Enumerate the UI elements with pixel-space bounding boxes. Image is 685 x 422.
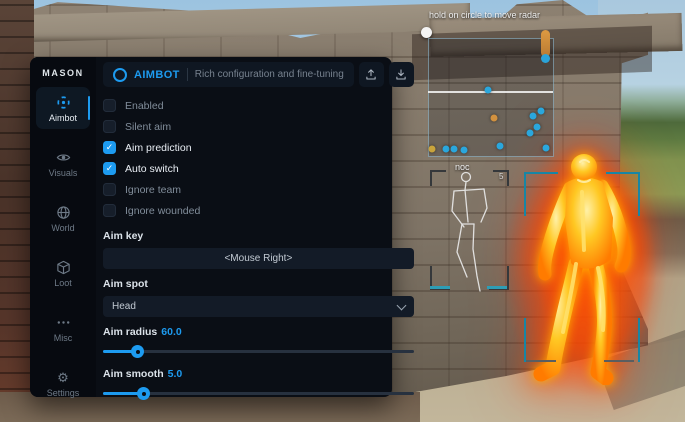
import-config-button[interactable]: [359, 62, 384, 87]
sidebar-item-label: Visuals: [49, 168, 78, 178]
game-screen: noc 5 hold on circle to move radar: [0, 0, 685, 422]
marker-capsule: [541, 30, 550, 57]
slider-label-text: Aim radius: [103, 326, 157, 338]
crosshair-icon: [55, 94, 71, 110]
sidebar-item-label: Misc: [54, 333, 73, 343]
toggle-label: Ignore team: [125, 184, 181, 196]
section-subtitle: Rich configuration and fine-tuning: [195, 69, 344, 80]
checkbox: [103, 99, 116, 112]
cube-icon: [55, 259, 71, 275]
radar-hint-text: hold on circle to move radar: [429, 10, 540, 20]
sidebar-item-label: Loot: [54, 278, 72, 288]
toggle-label: Ignore wounded: [125, 205, 200, 217]
aim-key-label: Aim key: [103, 230, 414, 242]
sidebar-item-misc[interactable]: Misc: [36, 307, 90, 349]
esp-corner-line: [638, 172, 640, 216]
globe-icon: [55, 204, 71, 220]
slider-label-text: Aim smooth: [103, 368, 164, 380]
esp-corner-line: [524, 318, 526, 362]
checkbox: [103, 120, 116, 133]
aim-spot-value: Head: [112, 301, 136, 312]
toggle-enabled[interactable]: Enabled: [103, 95, 414, 116]
sidebar-nav: Aimbot Visuals World: [30, 87, 96, 404]
sidebar-item-settings[interactable]: ⚙ Settings: [36, 362, 90, 404]
toggle-label: Enabled: [125, 100, 164, 112]
glowing-player-model: [520, 140, 670, 385]
checkbox: [103, 204, 116, 217]
sidebar-item-loot[interactable]: Loot: [36, 252, 90, 294]
toggle-ignore-wounded[interactable]: Ignore wounded: [103, 200, 414, 221]
sidebar: MASON Aimbot Visuals: [30, 57, 96, 397]
ellipsis-icon: [55, 314, 71, 330]
esp-corner-line: [526, 360, 556, 362]
sidebar-item-visuals[interactable]: Visuals: [36, 142, 90, 184]
aim-smooth-value: 5.0: [168, 368, 183, 380]
checkbox: [103, 162, 116, 175]
sidebar-item-aimbot[interactable]: Aimbot: [36, 87, 90, 129]
toggle-ignore-team[interactable]: Ignore team: [103, 179, 414, 200]
gear-icon: ⚙: [55, 369, 71, 385]
export-config-button[interactable]: [389, 62, 414, 87]
download-icon: [395, 68, 407, 81]
aim-spot-label: Aim spot: [103, 278, 414, 290]
chevron-down-icon: [396, 300, 406, 310]
aim-radius-label: Aim radius 60.0: [103, 326, 414, 338]
slider-thumb[interactable]: [137, 387, 150, 400]
radar-box: [428, 38, 554, 157]
aim-spot-select[interactable]: Head: [103, 296, 414, 317]
slider-thumb[interactable]: [131, 345, 144, 358]
esp-corner-line: [524, 172, 526, 216]
esp-corner-line: [604, 360, 634, 362]
target-ring-icon: [113, 68, 127, 82]
toggle-list: Enabled Silent aim Aim prediction Auto s…: [103, 95, 414, 221]
checkbox: [103, 141, 116, 154]
slider-track[interactable]: [103, 350, 414, 353]
aim-key-bind-button[interactable]: <Mouse Right>: [103, 248, 414, 269]
upload-icon: [365, 68, 377, 81]
aim-smooth-slider[interactable]: [103, 386, 414, 401]
aim-smooth-label: Aim smooth 5.0: [103, 368, 414, 380]
toggle-label: Aim prediction: [125, 142, 192, 154]
brick-wall-left: [0, 0, 34, 422]
radar-drag-handle[interactable]: [421, 27, 432, 38]
toggle-label: Auto switch: [125, 163, 179, 175]
section-header: AIMBOT Rich configuration and fine-tunin…: [103, 62, 354, 87]
toggle-silent-aim[interactable]: Silent aim: [103, 116, 414, 137]
esp-corner-line: [606, 172, 640, 174]
cheat-menu-panel: MASON Aimbot Visuals: [30, 57, 392, 397]
toggle-aim-prediction[interactable]: Aim prediction: [103, 137, 414, 158]
skeleton-esp: [428, 164, 513, 294]
radar-axis-line: [428, 91, 553, 93]
marker-dot: [541, 54, 550, 63]
sidebar-item-label: World: [51, 223, 74, 233]
section-title: AIMBOT: [134, 69, 180, 81]
checkbox: [103, 183, 116, 196]
brand-name: MASON: [42, 68, 84, 78]
sidebar-item-label: Settings: [47, 388, 80, 398]
aim-radius-value: 60.0: [161, 326, 181, 338]
eye-icon: [55, 149, 71, 165]
divider: [187, 68, 188, 81]
sidebar-item-world[interactable]: World: [36, 197, 90, 239]
esp-corner-line: [638, 318, 640, 362]
toggle-label: Silent aim: [125, 121, 171, 133]
esp-corner-line: [524, 172, 558, 174]
toggle-auto-switch[interactable]: Auto switch: [103, 158, 414, 179]
aim-radius-slider[interactable]: [103, 344, 414, 359]
sidebar-item-label: Aimbot: [49, 113, 77, 123]
panel-main: AIMBOT Rich configuration and fine-tunin…: [96, 57, 431, 397]
